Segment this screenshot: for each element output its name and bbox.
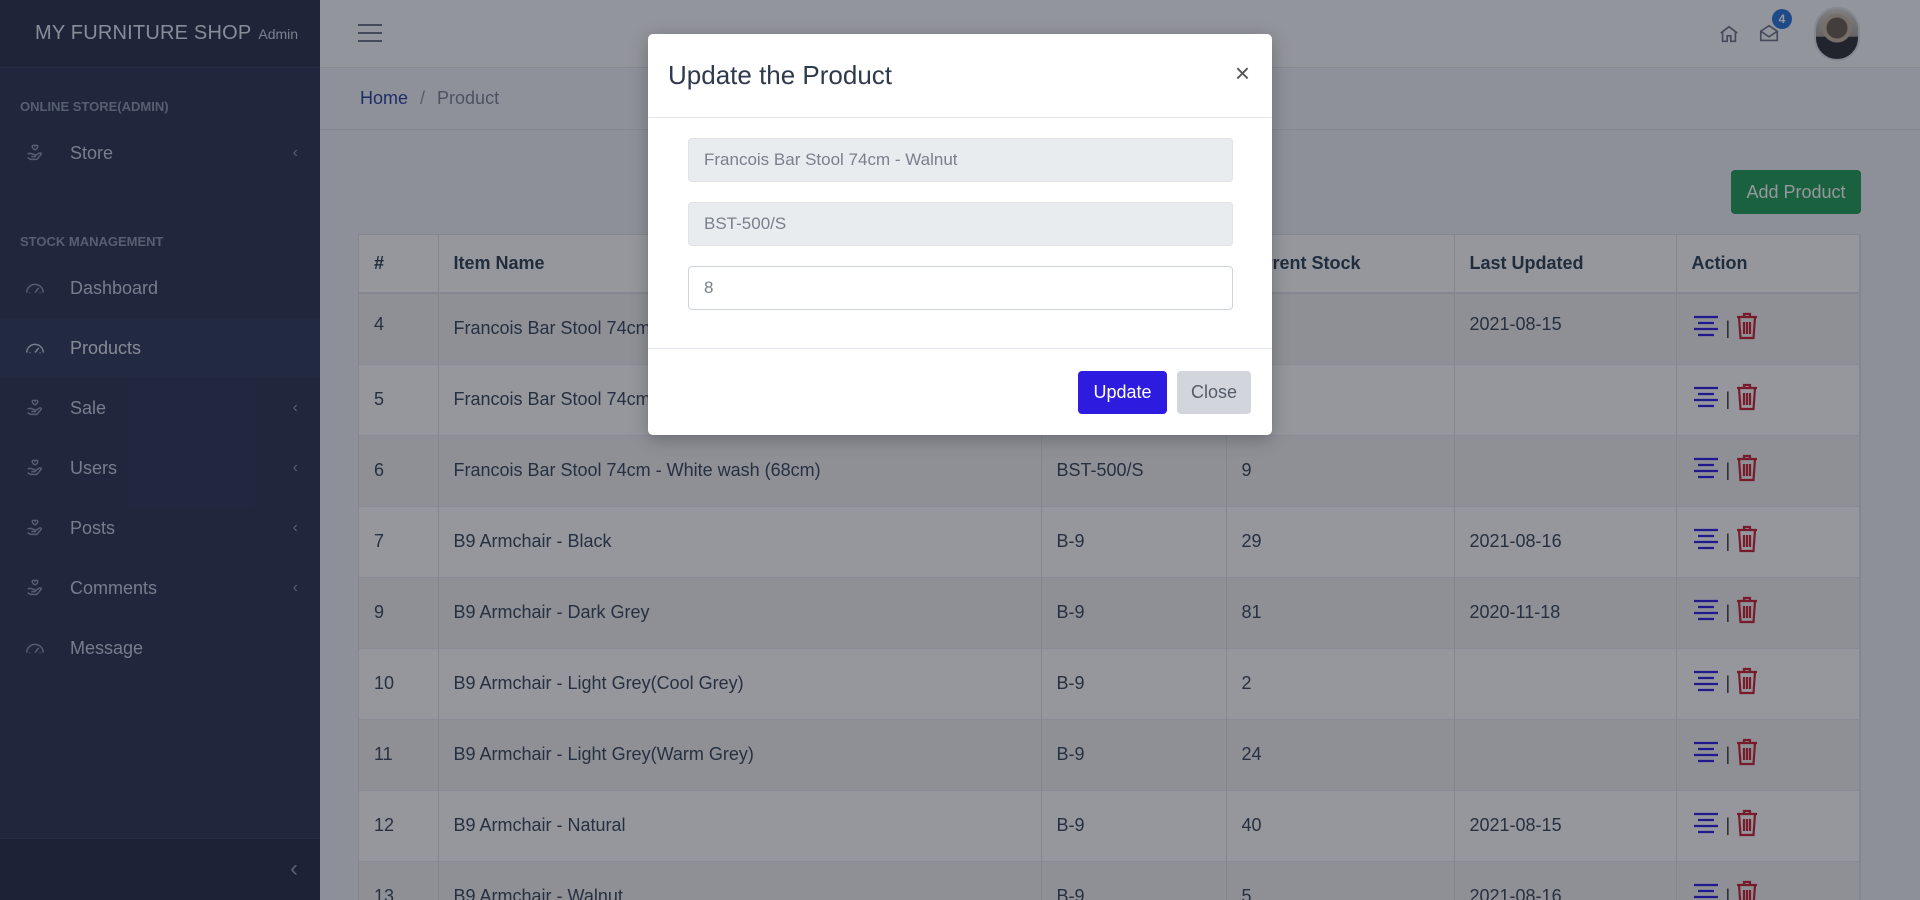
modal-body: Francois Bar Stool 74cm - Walnut BST-500… [648, 118, 1272, 349]
close-button[interactable]: Close [1177, 371, 1251, 414]
modal-header: Update the Product × [648, 34, 1272, 118]
modal-title: Update the Product [668, 60, 893, 90]
product-code-field[interactable]: BST-500/S [688, 202, 1233, 246]
stock-quantity-field[interactable]: 8 [688, 266, 1233, 310]
update-product-modal: Update the Product × Francois Bar Stool … [648, 34, 1272, 435]
modal-footer: Update Close [648, 349, 1272, 435]
update-button[interactable]: Update [1078, 371, 1167, 414]
close-icon[interactable]: × [1235, 58, 1250, 89]
product-name-field[interactable]: Francois Bar Stool 74cm - Walnut [688, 138, 1233, 182]
